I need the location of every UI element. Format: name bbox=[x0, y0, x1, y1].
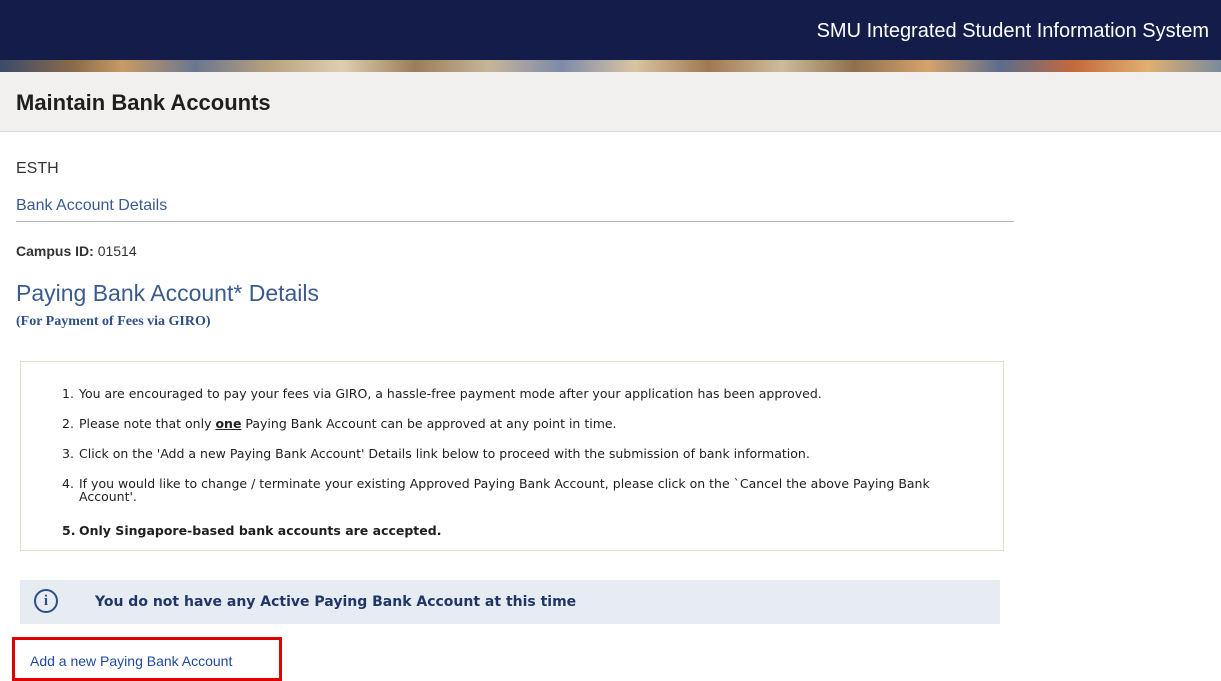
instruction-text: If you would like to change / terminate … bbox=[79, 476, 930, 504]
decorative-banner-strip bbox=[0, 60, 1221, 72]
instructions-box: 1. You are encouraged to pay your fees v… bbox=[20, 361, 1004, 551]
instruction-number: 3. bbox=[62, 446, 74, 461]
campus-id-label: Campus ID: bbox=[16, 243, 94, 259]
instruction-text: Paying Bank Account can be approved at a… bbox=[241, 416, 617, 431]
paying-account-subtitle: (For Payment of Fees via GIRO) bbox=[16, 314, 211, 329]
top-banner: SMU Integrated Student Information Syste… bbox=[0, 0, 1221, 60]
instruction-text: Only Singapore-based bank accounts are a… bbox=[79, 523, 442, 538]
page-header: Maintain Bank Accounts bbox=[0, 72, 1221, 132]
instruction-number: 2. bbox=[62, 416, 74, 431]
campus-id-value: 01514 bbox=[97, 243, 137, 259]
bank-account-details-heading: Bank Account Details bbox=[16, 197, 168, 214]
info-message: You do not have any Active Paying Bank A… bbox=[95, 594, 577, 610]
instruction-item: 5. Only Singapore-based bank accounts ar… bbox=[62, 523, 979, 538]
student-name: ESTH bbox=[16, 160, 59, 177]
instruction-number: 5. bbox=[62, 523, 76, 538]
instruction-item: 1. You are encouraged to pay your fees v… bbox=[62, 386, 979, 401]
info-icon: i bbox=[34, 589, 58, 613]
instruction-item: 3. Click on the 'Add a new Paying Bank A… bbox=[62, 446, 979, 461]
instruction-text: Please note that only bbox=[79, 416, 216, 431]
instruction-item: 4. If you would like to change / termina… bbox=[62, 476, 979, 504]
instruction-text: Click on the 'Add a new Paying Bank Acco… bbox=[79, 446, 810, 461]
campus-id-row: Campus ID: 01514 bbox=[16, 243, 137, 259]
add-paying-bank-account-link[interactable]: Add a new Paying Bank Account bbox=[30, 653, 232, 669]
instruction-text: You are encouraged to pay your fees via … bbox=[79, 386, 822, 401]
info-message-bar: i You do not have any Active Paying Bank… bbox=[20, 580, 1000, 624]
instruction-item: 2. Please note that only one Paying Bank… bbox=[62, 416, 979, 431]
instruction-number: 1. bbox=[62, 386, 74, 401]
page-title: Maintain Bank Accounts bbox=[16, 90, 271, 115]
paying-account-title: Paying Bank Account* Details bbox=[16, 280, 320, 306]
instruction-number: 4. bbox=[62, 476, 74, 491]
instruction-emphasis: one bbox=[215, 416, 242, 431]
system-title: SMU Integrated Student Information Syste… bbox=[816, 20, 1209, 42]
section-divider bbox=[16, 221, 1014, 222]
